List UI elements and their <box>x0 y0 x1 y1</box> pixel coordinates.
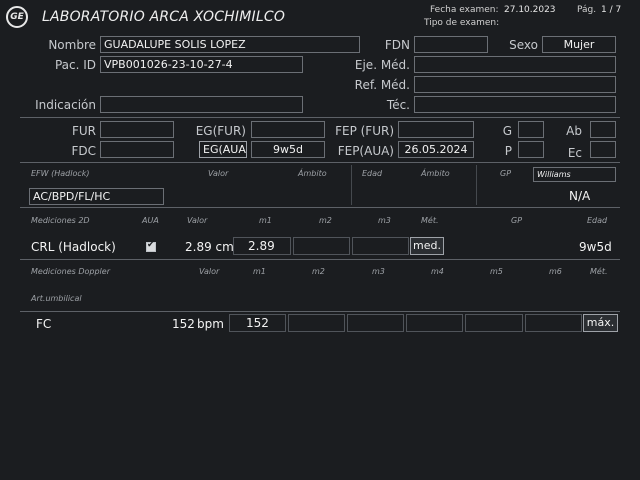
ge-logo: GE <box>6 6 28 28</box>
m2d-label: Mediciones 2D <box>31 216 90 225</box>
page-label: Pág. <box>577 5 597 15</box>
crl-name: CRL (Hadlock) <box>31 240 116 254</box>
fur-label: FUR <box>71 124 96 138</box>
fdc-label: FDC <box>71 144 96 158</box>
egaua-field[interactable]: 9w5d <box>251 141 325 158</box>
ab-field[interactable] <box>590 121 616 138</box>
sex-field[interactable]: Mujer <box>542 36 616 53</box>
fdc-field[interactable] <box>100 141 174 158</box>
efw-divider-1 <box>351 165 352 205</box>
fepfur-field[interactable] <box>398 121 474 138</box>
m2d-col-aua: AUA <box>142 216 159 225</box>
ec-label: Ec <box>567 146 582 160</box>
m2d-col-m1: m1 <box>259 216 272 225</box>
gp-method-select[interactable]: Williams <box>533 167 616 182</box>
divider-efw <box>20 207 620 208</box>
ab-label: Ab <box>566 124 582 138</box>
efw-col-ambito: Ámbito <box>298 169 327 178</box>
efw-col-valor: Valor <box>208 169 229 178</box>
divider-dates <box>20 162 620 163</box>
sex-label: Sexo <box>509 38 538 52</box>
fepaua-label: FEP(AUA) <box>337 144 394 158</box>
exam-date: 27.10.2023 <box>504 5 556 15</box>
crl-m1[interactable]: 2.89 <box>233 237 291 255</box>
patient-id-label: Pac. ID <box>54 58 96 72</box>
ec-field[interactable] <box>590 141 616 158</box>
ref-doctor-label: Ref. Méd. <box>354 78 410 92</box>
doppler-col-m4: m4 <box>431 267 444 276</box>
page-number: 1 / 7 <box>601 5 622 15</box>
fc-name: FC <box>36 317 52 331</box>
egaua-label: EG(AUA) <box>199 141 247 158</box>
method-button[interactable]: med. <box>410 237 444 255</box>
fur-field[interactable] <box>100 121 174 138</box>
crl-value: 2.89 cm <box>185 240 234 254</box>
doppler-col-met: Mét. <box>590 267 608 276</box>
g-label: G <box>502 124 512 138</box>
indication-label: Indicación <box>35 98 96 112</box>
aua-checkbox[interactable]: ✔ <box>146 240 156 252</box>
egfur-label: EG(FUR) <box>195 124 246 138</box>
m2d-col-m3: m3 <box>378 216 391 225</box>
exec-doctor-field[interactable] <box>414 56 616 73</box>
doppler-section: Art.umbilical <box>31 294 82 303</box>
crl-m2[interactable] <box>293 237 350 255</box>
check-icon: ✔ <box>147 240 155 250</box>
fepfur-label: FEP (FUR) <box>335 124 394 138</box>
exam-date-label: Fecha examen: <box>430 5 499 15</box>
ge-logo-text: GE <box>10 12 24 22</box>
fc-m1[interactable]: 152 <box>229 314 286 332</box>
doppler-col-m2: m2 <box>312 267 325 276</box>
fc-m6[interactable] <box>525 314 582 332</box>
divider-patient <box>20 117 620 118</box>
efw-col-edad: Edad <box>362 169 383 178</box>
exec-doctor-label: Eje. Méd. <box>354 58 410 72</box>
doppler-col-m5: m5 <box>490 267 503 276</box>
fc-m4[interactable] <box>406 314 463 332</box>
efw-col-gp: GP <box>500 169 512 178</box>
fc-value: 152 <box>172 317 195 331</box>
m2d-col-valor: Valor <box>187 216 208 225</box>
doppler-label: Mediciones Doppler <box>31 267 110 276</box>
fc-m2[interactable] <box>288 314 345 332</box>
ref-doctor-field[interactable] <box>414 76 616 93</box>
doppler-col-valor: Valor <box>199 267 220 276</box>
doppler-col-m3: m3 <box>372 267 385 276</box>
crl-m3[interactable] <box>352 237 409 255</box>
m2d-col-edad: Edad <box>587 216 608 225</box>
p-field[interactable] <box>518 141 544 158</box>
tech-field[interactable] <box>414 96 616 113</box>
fc-method-button[interactable]: máx. <box>583 314 618 332</box>
patient-id-field[interactable]: VPB001026-23-10-27-4 <box>100 56 303 73</box>
exam-type-label: Tipo de examen: <box>424 18 500 28</box>
page-title: LABORATORIO ARCA XOCHIMILCO <box>42 9 286 25</box>
efw-label: EFW (Hadlock) <box>31 169 90 178</box>
m2d-col-met: Mét. <box>421 216 439 225</box>
name-label: Nombre <box>48 38 96 52</box>
doppler-col-m6: m6 <box>549 267 562 276</box>
egfur-field[interactable] <box>251 121 325 138</box>
fc-m3[interactable] <box>347 314 404 332</box>
efw-divider-2 <box>476 165 477 205</box>
efw-col-ambito2: Ámbito <box>421 169 450 178</box>
m2d-col-m2: m2 <box>319 216 332 225</box>
fc-m5[interactable] <box>465 314 523 332</box>
doppler-col-m1: m1 <box>253 267 266 276</box>
fepaua-field[interactable]: 26.05.2024 <box>398 141 474 158</box>
efw-gp-value: N/A <box>569 189 591 203</box>
dob-label: FDN <box>384 38 410 52</box>
g-field[interactable] <box>518 121 544 138</box>
name-field[interactable]: GUADALUPE SOLIS LOPEZ <box>100 36 360 53</box>
dob-field[interactable] <box>414 36 488 53</box>
indication-field[interactable] <box>100 96 303 113</box>
p-label: P <box>504 144 512 158</box>
m2d-col-gp: GP <box>511 216 523 225</box>
tech-label: Téc. <box>386 98 410 112</box>
divider-doppler <box>20 311 620 312</box>
crl-age: 9w5d <box>579 240 612 254</box>
efw-formula-select[interactable]: AC/BPD/FL/HC <box>29 188 164 205</box>
fc-unit: bpm <box>197 317 224 331</box>
divider-2d <box>20 259 620 260</box>
